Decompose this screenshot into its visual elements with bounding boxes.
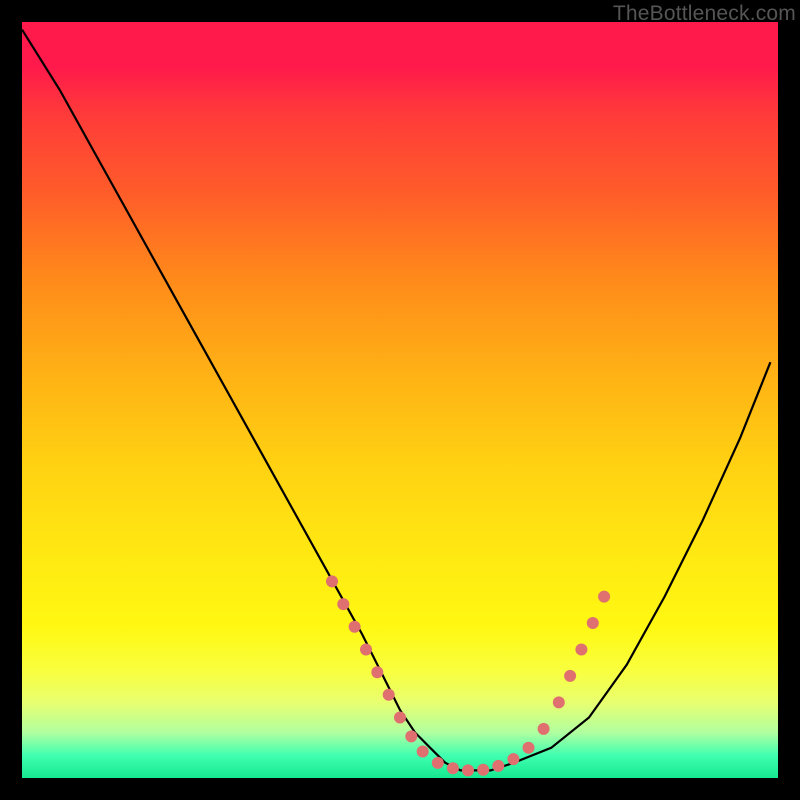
bead-point [326,575,338,587]
bead-point [523,742,535,754]
bead-point [538,723,550,735]
bottleneck-curve [22,30,770,771]
chart-container: TheBottleneck.com [0,0,800,800]
bead-point [564,670,576,682]
bead-point [462,764,474,776]
bead-point [575,644,587,656]
credit-text: TheBottleneck.com [613,2,796,26]
curve-beads [326,575,610,776]
bead-point [394,712,406,724]
bead-point [360,644,372,656]
bead-point [405,730,417,742]
bead-point [447,762,459,774]
bead-point [477,764,489,776]
bead-point [587,617,599,629]
bead-point [507,753,519,765]
bead-point [432,757,444,769]
chart-svg [22,22,778,778]
bead-point [553,696,565,708]
bead-point [337,598,349,610]
bead-point [383,689,395,701]
bead-point [598,591,610,603]
bead-point [371,666,383,678]
bead-point [492,760,504,772]
bead-point [349,621,361,633]
bead-point [417,746,429,758]
